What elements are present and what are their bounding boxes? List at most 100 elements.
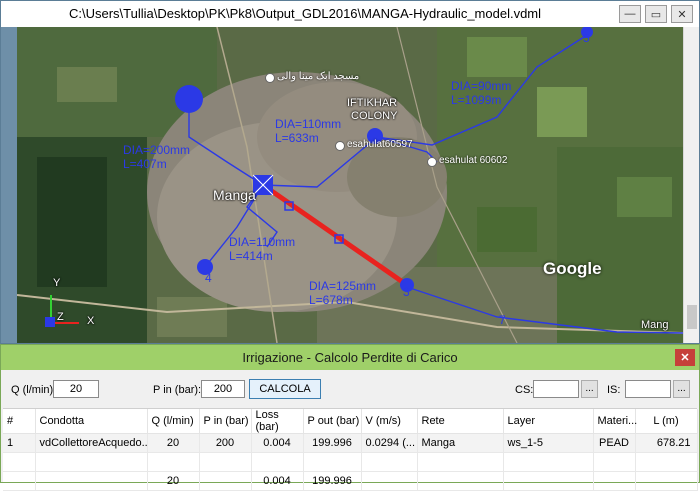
col-header[interactable]: Condotta [35,409,148,434]
vertical-scrollbar[interactable] [683,27,699,343]
cell: 20 [147,433,200,453]
cs-browse-button[interactable]: ... [581,380,598,398]
cell: 200 [199,433,252,453]
axis-z-label: Z [57,311,64,323]
q-label: Q (l/min): [11,384,57,396]
calcola-button[interactable]: CALCOLA [249,379,321,399]
col-header[interactable]: L (m) [635,409,698,434]
cell [35,452,148,472]
minimize-button[interactable]: — [619,5,641,23]
cell: ws_1-5 [503,433,594,453]
cell: 199.996 [303,471,362,491]
cs-input[interactable] [533,380,579,398]
cell: 1 [3,433,36,453]
grid-header-row: # Condotta Q (l/min) P in (bar) Loss (ba… [3,409,698,434]
cell [635,452,698,472]
results-grid: # Condotta Q (l/min) P in (bar) Loss (ba… [3,408,698,491]
cell [503,452,594,472]
restore-button[interactable]: ▭ [645,5,667,23]
node-id-label: 4 [205,271,212,285]
col-header[interactable]: V (m/s) [361,409,418,434]
pipe-label: DIA=200mm L=407m [123,143,190,171]
cell [593,471,636,491]
col-header[interactable]: Materi... [593,409,637,434]
cell [303,452,362,472]
close-button[interactable]: ✕ [671,5,693,23]
map-window-titlebar[interactable]: C:\Users\Tullia\Desktop\PK\Pk8\Output_GD… [1,1,699,27]
cell: 0.004 [251,471,304,491]
scrollbar-thumb[interactable] [687,305,697,329]
cell [417,471,504,491]
cell: 0.0294 (... [361,433,418,453]
col-header[interactable]: Loss (bar) [251,409,304,434]
pipe-length: L=678m [309,293,353,307]
pipe-diameter: DIA=200mm [123,143,191,157]
google-logo: Google [543,259,602,278]
table-row-totals[interactable]: 20 0.004 199.996 [3,471,698,491]
axis-x-label: X [87,315,95,327]
calc-window-title: Irrigazione - Calcolo Perdite di Carico [242,350,458,365]
map-window-title: C:\Users\Tullia\Desktop\PK\Pk8\Output_GD… [68,6,542,21]
map-window: C:\Users\Tullia\Desktop\PK\Pk8\Output_GD… [0,0,700,344]
pipe-length: L=1099m [451,93,502,107]
cell [417,452,504,472]
col-header[interactable]: Layer [503,409,594,434]
col-header[interactable]: P in (bar) [199,409,252,434]
calc-close-button[interactable]: ✕ [675,349,695,366]
col-header[interactable]: P out (bar) [303,409,362,434]
node-source[interactable] [175,85,203,113]
p-in-input[interactable]: 200 [201,380,245,398]
node-id-label: 5 [583,31,590,45]
cell [3,452,36,472]
pipe-diameter: DIA=110mm [229,235,296,249]
cell [147,452,200,472]
pipe-diameter: DIA=110mm [275,117,342,131]
cell: 199.996 [303,433,362,453]
map-pin[interactable]: esahulat 60602 [427,155,507,167]
table-row[interactable]: 1 vdCollettoreAcquedo... 20 200 0.004 19… [3,433,698,453]
cell: 20 [147,471,200,491]
pipe-label: DIA=90mm L=1099m [451,79,511,107]
pipe-length: L=414m [229,249,273,263]
cell [593,452,636,472]
cell [35,471,148,491]
map-pin[interactable]: esahulat60597 [335,139,413,151]
pipe-length: L=633m [275,131,319,145]
is-input[interactable] [625,380,671,398]
pipe-length: L=407m [123,157,167,171]
cell [361,471,418,491]
cell: 678.21 [635,433,698,453]
cell [361,452,418,472]
cell [503,471,594,491]
p-in-label: P in (bar): [153,384,202,396]
node-id-label: 7 [499,313,506,327]
pipe-label: DIA=125mm L=678m [309,279,376,307]
node-id-label: 3 [403,285,410,299]
cell: 0.004 [251,433,304,453]
is-browse-button[interactable]: ... [673,380,690,398]
pipe-diameter: DIA=125mm [309,279,377,293]
cell [635,471,698,491]
col-header[interactable]: Q (l/min) [147,409,200,434]
cell [199,471,252,491]
place-label: Mang [641,319,669,331]
cell: Manga [417,433,504,453]
pipe-diameter: DIA=90mm [451,79,512,93]
is-label: IS: [607,384,621,396]
place-label: IFTIKHAR [347,97,398,109]
q-input[interactable]: 20 [53,380,99,398]
calc-window: Irrigazione - Calcolo Perdite di Carico … [0,344,700,491]
map-canvas[interactable]: DIA=90mm L=1099m DIA=110mm L=633m DIA=20… [17,27,683,343]
map-pin[interactable]: مسجد ابک مینا والی [265,71,359,83]
col-header[interactable]: # [3,409,36,434]
col-header[interactable]: Rete [417,409,504,434]
axis-y-label: Y [53,277,61,289]
pipe-label: DIA=110mm L=633m [275,117,341,145]
pipe-label: DIA=110mm L=414m [229,235,295,263]
place-label: Manga [213,187,256,203]
calc-window-titlebar[interactable]: Irrigazione - Calcolo Perdite di Carico … [1,345,699,370]
place-label: COLONY [351,110,398,122]
table-row[interactable] [3,452,698,472]
cell: vdCollettoreAcquedo... [35,433,148,453]
cell [251,452,304,472]
